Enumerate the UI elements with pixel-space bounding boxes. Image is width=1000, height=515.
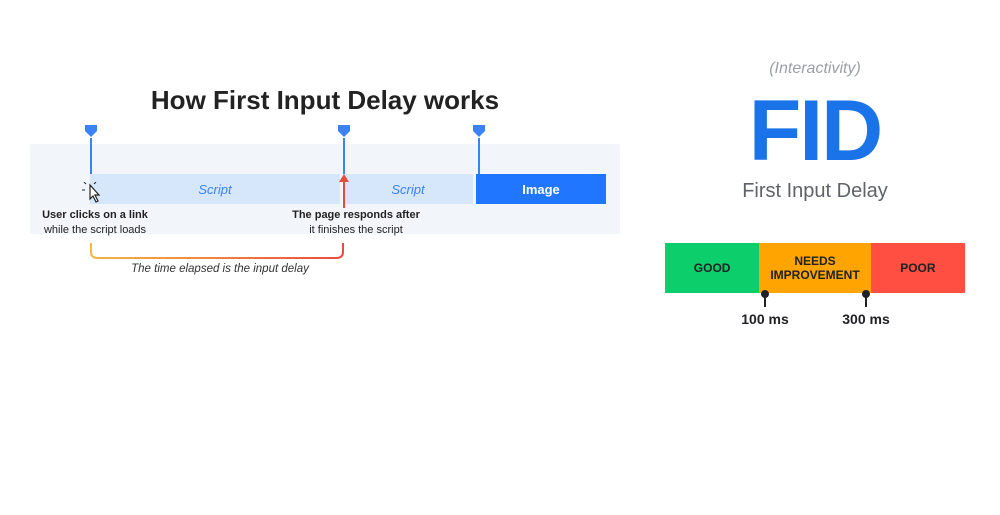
segment-image: Image — [476, 174, 606, 204]
annotation-user-click-sub: while the script loads — [20, 223, 170, 238]
cursor-click-icon — [82, 182, 104, 211]
delay-caption: The time elapsed is the input delay — [90, 262, 350, 278]
score-poor: POOR — [871, 243, 965, 293]
threshold-label-2: 300 ms — [842, 311, 889, 327]
score-good: GOOD — [665, 243, 759, 293]
response-arrow-icon — [343, 180, 345, 208]
threshold-tick-2 — [865, 293, 867, 307]
fid-how-it-works-panel: How First Input Delay works Script Scrip… — [30, 85, 620, 234]
metric-subtitle: First Input Delay — [660, 180, 970, 203]
threshold-tick-1 — [764, 293, 766, 307]
score-bar: GOOD NEEDS IMPROVEMENT POOR 100 ms 300 m… — [665, 243, 965, 293]
annotation-user-click: User clicks on a link while the script l… — [20, 208, 170, 238]
metric-acronym: FID — [660, 88, 970, 174]
left-title: How First Input Delay works — [30, 85, 620, 116]
timeline-bar: Script Script Image — [50, 174, 600, 204]
timeline-container: Script Script Image User clicks on a lin… — [30, 144, 620, 234]
annotation-page-responds-sub: it finishes the script — [286, 223, 426, 238]
score-needs-improvement: NEEDS IMPROVEMENT — [759, 243, 871, 293]
fid-metric-panel: (Interactivity) FID First Input Delay GO… — [660, 60, 970, 293]
segment-script-1: Script — [90, 174, 340, 204]
annotation-page-responds-bold: The page responds after — [286, 208, 426, 223]
metric-overline: (Interactivity) — [660, 60, 970, 78]
annotation-user-click-bold: User clicks on a link — [20, 208, 170, 223]
annotation-page-responds: The page responds after it finishes the … — [286, 208, 426, 238]
segment-script-2: Script — [343, 174, 473, 204]
delay-bracket-icon — [90, 242, 344, 260]
threshold-label-1: 100 ms — [741, 311, 788, 327]
